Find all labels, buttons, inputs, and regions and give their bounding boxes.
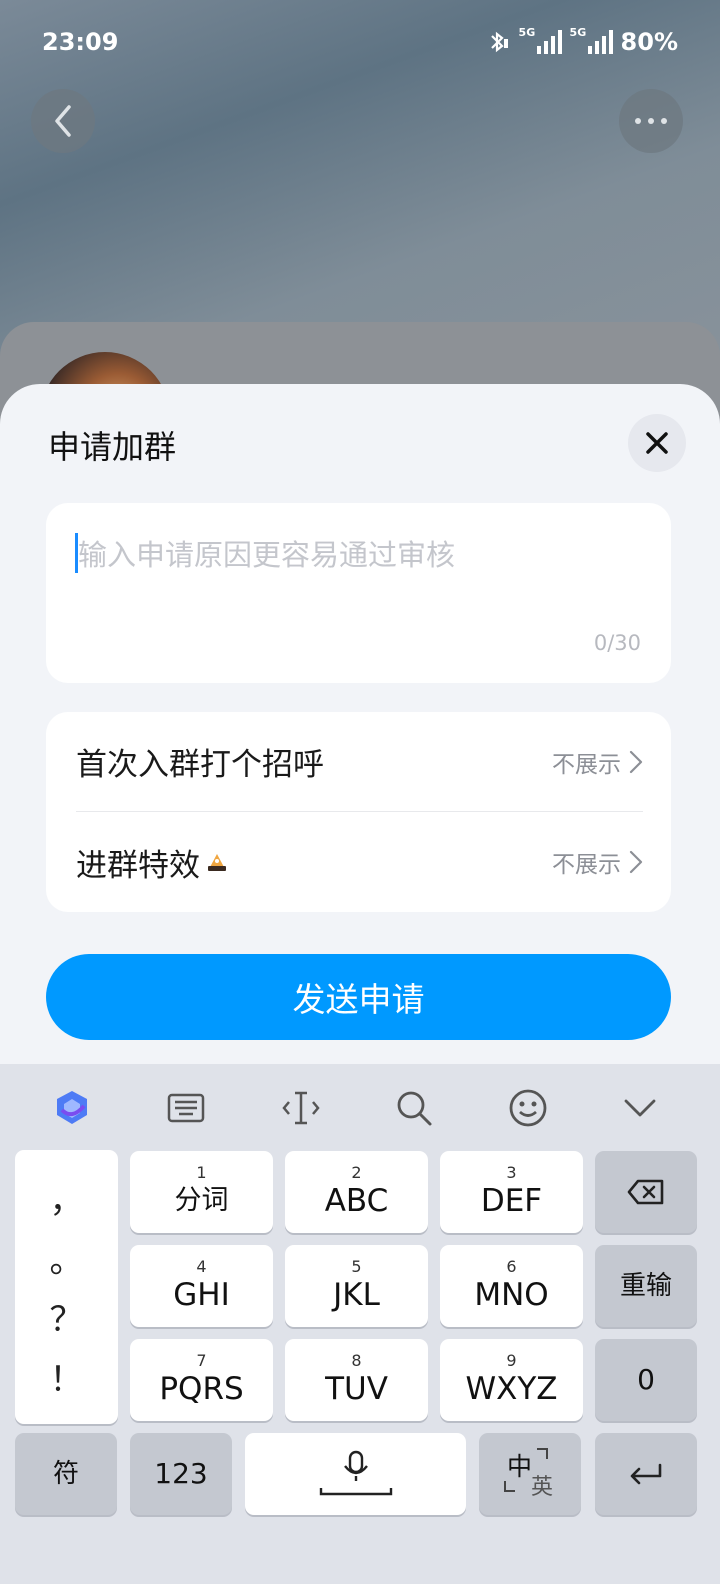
key-number: 7 (196, 1351, 207, 1370)
text-cursor-icon (282, 1091, 320, 1125)
numbers-key[interactable]: 123 (130, 1433, 232, 1515)
enter-icon (630, 1463, 662, 1485)
reason-input[interactable]: 输入申请原因更容易通过审核 0/30 (46, 503, 671, 683)
send-request-button[interactable]: 发送申请 (46, 954, 671, 1040)
key-label: WXYZ (465, 1371, 558, 1407)
hide-keyboard-button[interactable] (616, 1084, 664, 1132)
space-key[interactable] (245, 1433, 466, 1515)
language-switch-icon (504, 1448, 548, 1492)
microphone-icon (319, 1450, 392, 1496)
key-2[interactable]: 2 ABC (285, 1151, 428, 1233)
key-number: 6 (506, 1257, 517, 1276)
close-button[interactable] (628, 414, 686, 472)
key-8[interactable]: 8 TUV (285, 1339, 428, 1421)
punct-exclamation[interactable]: ！ (50, 1352, 84, 1401)
greeting-row[interactable]: 首次入群打个招呼 不展示 (76, 712, 643, 812)
key-number: 8 (351, 1351, 362, 1370)
punct-period[interactable]: 。 (50, 1233, 84, 1282)
key-number: 5 (351, 1257, 362, 1276)
close-icon (646, 432, 668, 454)
settings-card: 首次入群打个招呼 不展示 进群特效 不展示 (46, 712, 671, 912)
entry-effect-value: 不展示 (552, 852, 621, 878)
chevron-down-icon (624, 1099, 656, 1117)
key-label: PQRS (159, 1371, 244, 1407)
entry-effect-label-group: 进群特效 (76, 840, 230, 885)
key-label: GHI (173, 1277, 230, 1313)
key-label: DEF (480, 1183, 543, 1219)
key-label: JKL (333, 1277, 380, 1313)
key-4[interactable]: 4 GHI (130, 1245, 273, 1327)
key-6[interactable]: 6 MNO (440, 1245, 583, 1327)
key-3[interactable]: 3 DEF (440, 1151, 583, 1233)
enter-key[interactable] (595, 1433, 697, 1515)
cursor-button[interactable] (277, 1084, 325, 1132)
key-number: 9 (506, 1351, 517, 1370)
status-time: 23:09 (42, 28, 119, 56)
ime-logo-button[interactable] (48, 1084, 96, 1132)
search-icon (397, 1091, 432, 1126)
entry-effect-label: 进群特效 (76, 847, 200, 884)
keyboard-icon (167, 1093, 205, 1123)
numbers-label: 123 (154, 1457, 208, 1490)
key-label: 分词 (174, 1185, 229, 1216)
signal-icon-2: 5G (570, 26, 613, 54)
reinput-label: 重输 (619, 1271, 672, 1301)
backspace-icon (627, 1179, 664, 1205)
status-icons: 5G 5G 80% (485, 26, 678, 56)
chevron-right-icon (629, 850, 643, 874)
zero-label: 0 (637, 1363, 655, 1396)
key-label: ABC (324, 1183, 389, 1219)
symbols-key[interactable]: 符 (15, 1433, 117, 1515)
key-label: TUV (325, 1371, 388, 1407)
key-label: MNO (474, 1277, 549, 1313)
bluetooth-icon (490, 31, 508, 53)
backspace-key[interactable] (595, 1151, 697, 1233)
language-switch-key[interactable]: 中 英 (479, 1433, 581, 1515)
ime-logo-icon (57, 1091, 87, 1124)
search-button[interactable] (390, 1084, 438, 1132)
key-9[interactable]: 9 WXYZ (440, 1339, 583, 1421)
key-1[interactable]: 1 分词 (130, 1151, 273, 1233)
emoji-icon (509, 1089, 547, 1127)
punct-question[interactable]: ？ (50, 1292, 84, 1341)
battery-percent: 80% (620, 28, 678, 56)
entry-effect-row[interactable]: 进群特效 不展示 (76, 812, 643, 912)
back-button[interactable] (31, 89, 95, 153)
status-bar: 23:09 5G 5G 80% (0, 0, 720, 86)
keyboard-layout-button[interactable] (162, 1084, 210, 1132)
reinput-key[interactable]: 重输 (595, 1245, 697, 1327)
greeting-value: 不展示 (552, 751, 621, 778)
more-icon (635, 118, 667, 124)
entry-effect-value-group: 不展示 (552, 845, 643, 879)
greeting-value-group: 不展示 (552, 745, 643, 779)
punctuation-key[interactable]: ， 。 ？ ！ (15, 1150, 118, 1424)
punct-comma[interactable]: ， (50, 1173, 84, 1222)
emoji-button[interactable] (504, 1084, 552, 1132)
chevron-right-icon (629, 750, 643, 773)
sparkle-crown-icon (208, 854, 226, 871)
key-number: 4 (196, 1257, 207, 1276)
character-counter: 0/30 (593, 631, 641, 655)
sheet-title: 申请加群 (48, 428, 177, 466)
chevron-left-icon (55, 105, 71, 137)
keyboard-toolbar (0, 1064, 720, 1150)
greeting-label: 首次入群打个招呼 (76, 747, 324, 783)
key-7[interactable]: 7 PQRS (130, 1339, 273, 1421)
reason-placeholder: 输入申请原因更容易通过审核 (78, 538, 456, 572)
more-button[interactable] (619, 89, 683, 153)
symbols-label: 符 (52, 1459, 79, 1489)
key-number: 1 (196, 1163, 207, 1182)
zero-key[interactable]: 0 (595, 1339, 697, 1421)
signal-icon-1: 5G (519, 26, 562, 54)
key-5[interactable]: 5 JKL (285, 1245, 428, 1327)
join-group-sheet: 申请加群 输入申请原因更容易通过审核 0/30 首次入群打个招呼 不展示 进群特… (0, 384, 720, 1064)
key-number: 3 (506, 1163, 517, 1182)
key-number: 2 (351, 1163, 362, 1182)
